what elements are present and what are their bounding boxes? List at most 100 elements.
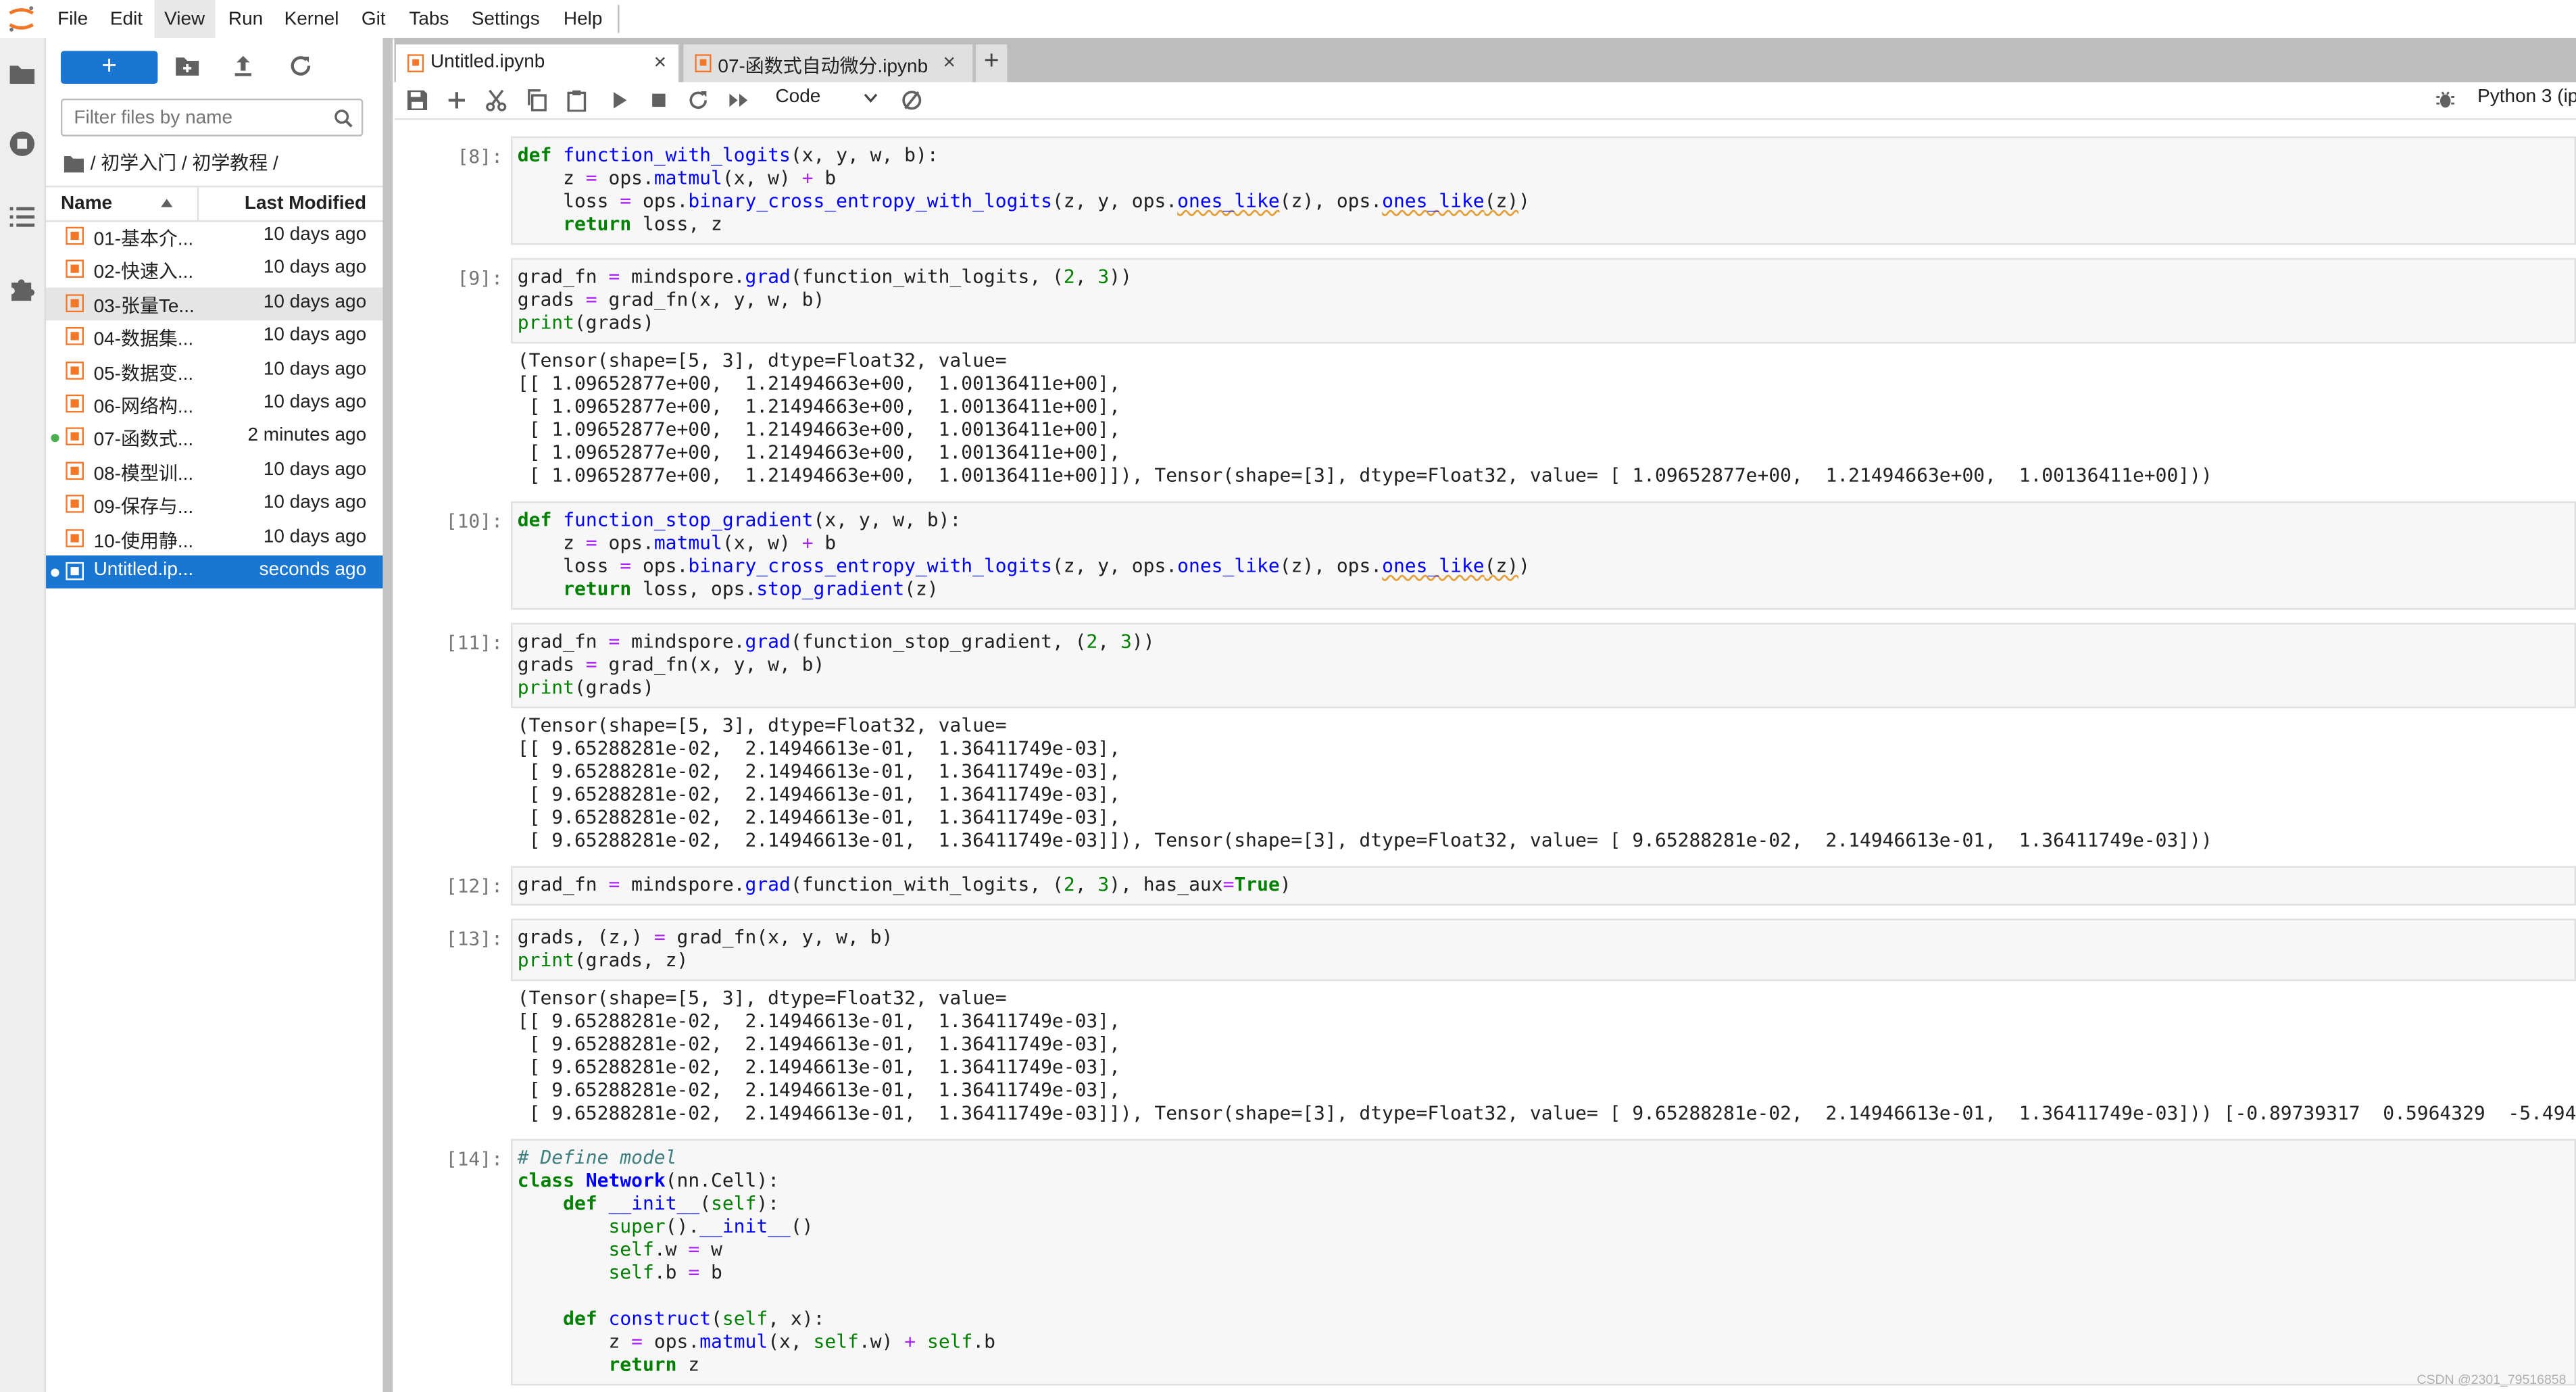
menu-edit[interactable]: Edit: [100, 0, 152, 38]
copy-icon[interactable]: [526, 89, 549, 111]
file-browser-toolbar: +: [46, 38, 382, 94]
close-icon[interactable]: ×: [943, 49, 955, 74]
menu-tabs[interactable]: Tabs: [399, 0, 459, 38]
code-cell-source[interactable]: grads, (z,) = grad_fn(x, y, w, b) print(…: [518, 925, 893, 971]
file-name: 03-张量Te...: [93, 297, 195, 317]
notebook-icon: [695, 54, 712, 73]
file-last-modified: 10 days ago: [263, 359, 367, 379]
file-name: 06-网络构...: [93, 397, 194, 418]
cell-prompt: [12]:: [445, 874, 503, 897]
column-divider[interactable]: [197, 187, 199, 220]
restart-run-all-icon[interactable]: [728, 89, 751, 111]
menu-view[interactable]: View: [154, 0, 215, 38]
menu-kernel[interactable]: Kernel: [274, 0, 349, 38]
cell-prompt: [9]:: [457, 266, 503, 290]
cut-icon[interactable]: [485, 89, 507, 111]
table-of-contents-icon[interactable]: [8, 202, 36, 230]
file-last-modified: 10 days ago: [263, 326, 367, 346]
file-list-item[interactable]: 01-基本介... 10 days ago: [46, 220, 382, 253]
file-last-modified: 2 minutes ago: [247, 426, 367, 447]
tab-07-notebook[interactable]: 07-函数式自动微分.ipynb ×: [683, 44, 974, 82]
menu-separator: [618, 5, 620, 33]
activity-bar: [0, 37, 47, 1392]
file-last-modified: 10 days ago: [263, 526, 367, 547]
tab-untitled[interactable]: Untitled.ipynb ×: [395, 44, 680, 82]
file-name: 02-快速入...: [93, 264, 194, 284]
insert-cell-icon[interactable]: [445, 89, 468, 111]
new-launcher-button[interactable]: +: [60, 51, 158, 84]
notebook-icon: [66, 461, 84, 480]
close-icon[interactable]: ×: [654, 49, 666, 74]
run-icon[interactable]: [608, 89, 631, 111]
menu-bar: File Edit View Run Kernel Git Tabs Setti…: [0, 0, 2576, 40]
add-tab-button[interactable]: +: [976, 44, 1008, 82]
code-cell-source[interactable]: grad_fn = mindspore.grad(function_with_l…: [518, 872, 1291, 895]
code-cell-source[interactable]: def function_with_logits(x, y, w, b): z …: [518, 143, 1530, 235]
stop-icon[interactable]: [647, 89, 670, 111]
menu-file[interactable]: File: [48, 0, 98, 38]
file-list-item[interactable]: 02-快速入... 10 days ago: [46, 253, 382, 287]
file-name: Untitled.ip...: [93, 560, 194, 580]
file-list-item[interactable]: 05-数据变... 10 days ago: [46, 354, 382, 387]
file-name: 04-数据集...: [93, 330, 194, 351]
file-list-item[interactable]: Untitled.ip... seconds ago: [46, 555, 383, 589]
folder-icon[interactable]: [8, 59, 36, 87]
tab-label: 07-函数式自动微分.ipynb: [718, 57, 928, 78]
file-list-item[interactable]: 03-张量Te... 10 days ago: [46, 287, 383, 320]
code-cell-source[interactable]: def function_stop_gradient(x, y, w, b): …: [518, 508, 1530, 600]
file-name: 05-数据变...: [93, 364, 194, 384]
breadcrumb-path[interactable]: / 初学入门 / 初学教程 /: [91, 151, 278, 178]
menu-help[interactable]: Help: [553, 0, 612, 38]
cell-type-select[interactable]: Code: [775, 87, 820, 107]
notebook-icon: [66, 394, 84, 413]
menu-run[interactable]: Run: [218, 0, 272, 38]
file-browser-panel: + Filter files by name / 初学入门 / 初学教程 / N…: [46, 37, 383, 1392]
code-cell-source[interactable]: grad_fn = mindspore.grad(function_stop_g…: [518, 629, 1155, 698]
upload-icon[interactable]: [230, 53, 256, 79]
menu-git[interactable]: Git: [351, 0, 395, 38]
file-list-item[interactable]: 09-保存与... 10 days ago: [46, 489, 382, 522]
file-filter-input[interactable]: Filter files by name: [60, 98, 364, 136]
file-filter-placeholder: Filter files by name: [74, 108, 233, 128]
tab-label: Untitled.ipynb: [430, 52, 545, 73]
menu-settings[interactable]: Settings: [462, 0, 549, 38]
notebook-icon: [66, 293, 84, 312]
file-list-item[interactable]: 04-数据集... 10 days ago: [46, 321, 382, 354]
refresh-icon[interactable]: [287, 53, 314, 79]
file-list-item[interactable]: 07-函数式... 2 minutes ago: [46, 422, 382, 455]
file-list-item[interactable]: 10-使用静... 10 days ago: [46, 522, 382, 555]
new-folder-icon[interactable]: [174, 53, 201, 79]
code-cell-source[interactable]: grad_fn = mindspore.grad(function_with_l…: [518, 265, 1132, 334]
column-header-name[interactable]: Name: [61, 194, 112, 214]
code-cell-source[interactable]: # Define model class Network(nn.Cell): d…: [518, 1145, 995, 1375]
file-name: 09-保存与...: [93, 498, 194, 518]
save-icon[interactable]: [405, 89, 428, 111]
notebook-icon: [66, 327, 84, 346]
paste-icon[interactable]: [565, 89, 588, 112]
git-diff-icon[interactable]: [900, 89, 923, 111]
sort-ascending-icon[interactable]: [161, 199, 173, 207]
file-last-modified: 10 days ago: [263, 493, 367, 514]
file-list-item[interactable]: 08-模型训... 10 days ago: [46, 455, 382, 488]
notebook-panel[interactable]: [8]: def function_with_logits(x, y, w, b…: [394, 120, 2576, 1392]
file-list-item[interactable]: 06-网络构... 10 days ago: [46, 388, 382, 421]
cell-output: (Tensor(shape=[5, 3], dtype=Float32, val…: [517, 986, 2576, 1124]
file-last-modified: seconds ago: [259, 560, 367, 580]
debugger-bug-icon[interactable]: [2435, 89, 2456, 110]
restart-kernel-icon[interactable]: [687, 89, 710, 111]
search-icon: [335, 109, 353, 128]
column-header-last-modified[interactable]: Last Modified: [245, 194, 366, 214]
cell-output: (Tensor(shape=[5, 3], dtype=Float32, val…: [517, 713, 2212, 851]
chevron-down-icon[interactable]: [864, 93, 878, 104]
running-kernels-icon[interactable]: [8, 130, 36, 157]
panel-splitter[interactable]: [382, 37, 393, 1392]
notebook-icon: [66, 528, 84, 547]
notebook-icon: [66, 361, 84, 379]
file-name: 10-使用静...: [93, 532, 194, 552]
kernel-name[interactable]: Python 3 (ipykernel): [2477, 87, 2576, 107]
file-last-modified: 10 days ago: [263, 292, 367, 312]
extension-puzzle-icon[interactable]: [8, 274, 36, 302]
breadcrumb-folder-icon[interactable]: [64, 155, 84, 173]
cell-prompt: [11]:: [445, 630, 503, 654]
notebook-icon: [66, 226, 84, 245]
